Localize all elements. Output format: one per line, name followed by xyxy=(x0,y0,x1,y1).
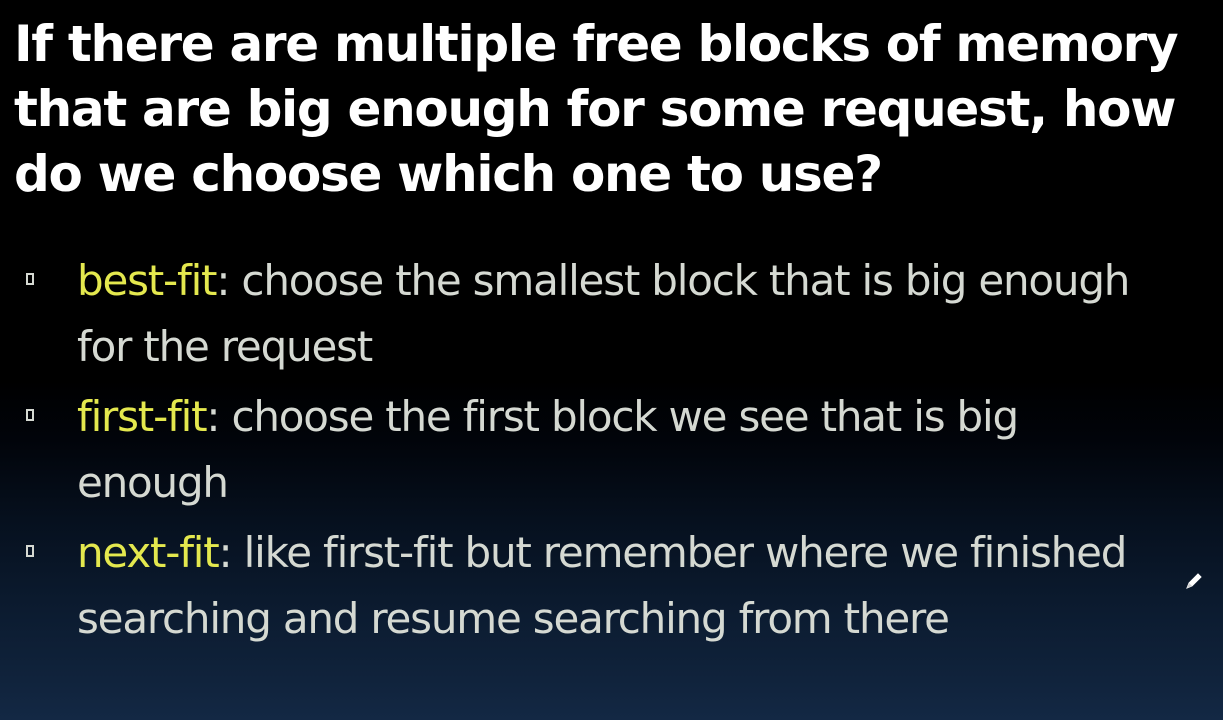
bullet-text: choose the smallest block that is big en… xyxy=(77,256,1130,371)
bullet-best-fit: best-fit: choose the smallest block that… xyxy=(0,248,1223,380)
bullet-first-fit: first-fit: choose the first block we see… xyxy=(0,384,1223,516)
bullet-term: first-fit xyxy=(77,392,208,441)
bullet-separator: : xyxy=(218,528,233,577)
bullet-list: best-fit: choose the smallest block that… xyxy=(0,248,1223,656)
square-bullet-icon xyxy=(26,273,34,285)
square-bullet-icon xyxy=(26,545,34,557)
bullet-term: best-fit xyxy=(77,256,218,305)
bullet-separator: : xyxy=(206,392,220,441)
square-bullet-icon xyxy=(26,409,34,421)
pencil-icon xyxy=(1186,573,1202,589)
presentation-slide: If there are multiple free blocks of mem… xyxy=(0,0,1223,720)
bullet-separator: : xyxy=(216,256,230,305)
bullet-next-fit: next-fit: like first-fit but remember wh… xyxy=(0,520,1223,652)
bullet-term: next-fit xyxy=(77,528,220,577)
bullet-text: like first-fit but remember where we fin… xyxy=(77,528,1127,643)
bullet-text: choose the first block we see that is bi… xyxy=(77,392,1019,507)
slide-title: If there are multiple free blocks of mem… xyxy=(14,15,1179,203)
